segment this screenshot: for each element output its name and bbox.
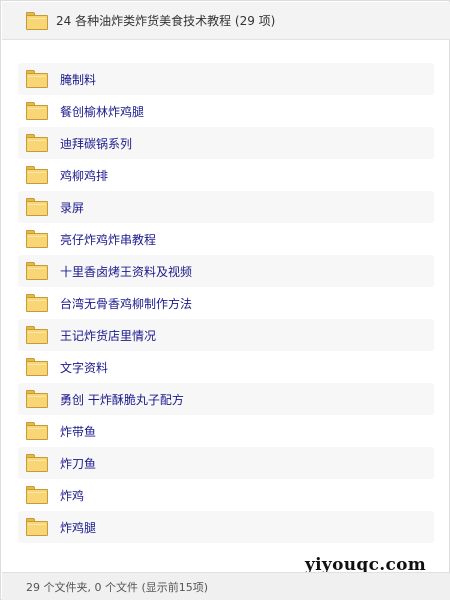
folder-name[interactable]: 迪拜碳锅系列 [60,135,132,152]
folder-item[interactable]: 十里香卤烤王资料及视频 [18,255,434,287]
status-text: 29 个文件夹, 0 个文件 (显示前15项) [26,580,209,594]
folder-name[interactable]: 勇创 干炸酥脆丸子配方 [60,391,184,408]
folder-icon [26,11,48,30]
folder-item[interactable]: 鸡柳鸡排 [18,159,434,191]
folder-name[interactable]: 十里香卤烤王资料及视频 [60,263,192,280]
folder-icon [26,422,48,440]
folder-name[interactable]: 餐创榆林炸鸡腿 [60,103,144,120]
folder-icon [26,326,48,344]
folder-item[interactable]: 餐创榆林炸鸡腿 [18,95,434,127]
folder-icon [26,166,48,184]
folder-icon [26,198,48,216]
folder-icon [26,518,48,536]
folder-item[interactable]: 台湾无骨香鸡柳制作方法 [18,287,434,319]
folder-item[interactable]: 王记炸货店里情况 [18,319,434,351]
folder-name[interactable]: 王记炸货店里情况 [60,327,156,344]
folder-name[interactable]: 鸡柳鸡排 [60,167,108,184]
folder-name[interactable]: 炸带鱼 [60,423,96,440]
folder-item[interactable]: 文字资料 [18,351,434,383]
folder-name[interactable]: 文字资料 [60,359,108,376]
folder-item[interactable]: 迪拜碳锅系列 [18,127,434,159]
folder-item[interactable]: 炸带鱼 [18,415,434,447]
folder-name[interactable]: 台湾无骨香鸡柳制作方法 [60,295,192,312]
folder-name[interactable]: 录屏 [60,199,84,216]
folder-name[interactable]: 炸刀鱼 [60,455,96,472]
status-bar: 29 个文件夹, 0 个文件 (显示前15项) [2,572,450,600]
folder-item[interactable]: 勇创 干炸酥脆丸子配方 [18,383,434,415]
folder-icon [26,230,48,248]
folder-item[interactable]: 炸刀鱼 [18,447,434,479]
folder-title: 24 各种油炸类炸货美食技术教程 (29 项) [56,14,276,28]
folder-name[interactable]: 炸鸡 [60,487,84,504]
window-header: 24 各种油炸类炸货美食技术教程 (29 项) [2,2,450,40]
folder-icon [26,454,48,472]
folder-item[interactable]: 亮仔炸鸡炸串教程 [18,223,434,255]
folder-icon [26,102,48,120]
folder-window: 24 各种油炸类炸货美食技术教程 (29 项) 腌制料餐创榆林炸鸡腿 迪拜碳锅系列… [0,0,450,600]
folder-list: 腌制料餐创榆林炸鸡腿 迪拜碳锅系列 鸡柳鸡排录屏亮仔炸鸡炸串教程十里香卤烤王资料及视… [18,63,434,543]
folder-icon [26,390,48,408]
folder-item[interactable]: 炸鸡 [18,479,434,511]
folder-icon [26,486,48,504]
folder-icon [26,262,48,280]
folder-item[interactable]: 腌制料 [18,63,434,95]
folder-name[interactable]: 腌制料 [60,71,96,88]
folder-name[interactable]: 炸鸡腿 [60,519,96,536]
folder-icon [26,70,48,88]
folder-item[interactable]: 录屏 [18,191,434,223]
folder-item[interactable]: 炸鸡腿 [18,511,434,543]
folder-icon [26,294,48,312]
folder-name[interactable]: 亮仔炸鸡炸串教程 [60,231,156,248]
folder-icon [26,134,48,152]
folder-icon [26,358,48,376]
